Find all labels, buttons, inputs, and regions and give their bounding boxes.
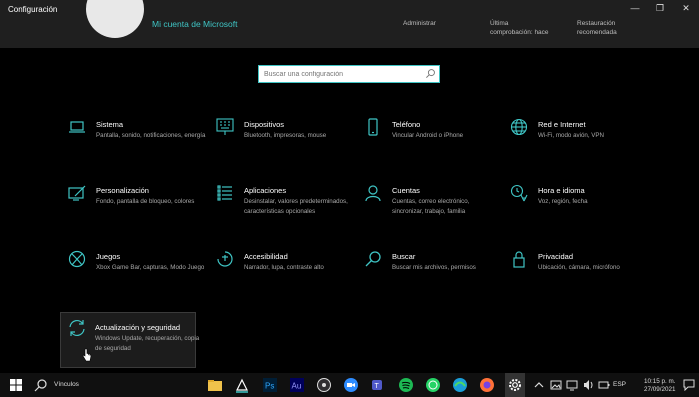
settings-header: Configuración — ❐ ✕ Mi cuenta de Microso…: [0, 0, 699, 48]
person-icon: [365, 185, 381, 202]
whatsapp-icon[interactable]: [425, 377, 441, 393]
tile-description: Voz, región, fecha: [538, 198, 588, 205]
file-explorer-icon[interactable]: [207, 377, 223, 393]
tile-title: Hora e idioma: [538, 186, 585, 195]
tile-red-internet[interactable]: Red e Internet Wi-Fi, modo avión, VPN: [504, 118, 640, 174]
tile-title: Cuentas: [392, 186, 420, 195]
svg-text:Ps: Ps: [265, 382, 274, 391]
app-arrow-icon[interactable]: [234, 377, 250, 393]
sync-icon: [69, 319, 85, 337]
tile-telefono[interactable]: Teléfono Vincular Android o iPhone: [358, 118, 494, 174]
taskbar: Vínculos Ps Au T ESP 10:15 p. m. 27/09/2…: [0, 373, 699, 397]
chevron-up-icon[interactable]: [533, 379, 545, 391]
firefox-icon[interactable]: [479, 377, 495, 393]
restore-line2: recomendada: [577, 29, 617, 36]
battery-icon[interactable]: [598, 379, 610, 391]
taskbar-search-label[interactable]: Vínculos: [54, 381, 79, 388]
accessibility-icon: [217, 251, 233, 267]
tile-description: Bluetooth, impresoras, mouse: [244, 132, 327, 139]
clock-date: 27/09/2021: [644, 386, 676, 393]
photoshop-icon[interactable]: Ps: [262, 377, 278, 393]
tile-description: Fondo, pantalla de bloqueo, colores: [96, 198, 195, 205]
clock-time: 10:15 p. m.: [644, 378, 676, 385]
tile-title: Red e Internet: [538, 120, 586, 129]
tile-description: Ubicación, cámara, micrófono: [538, 264, 620, 271]
language-indicator[interactable]: ESP: [613, 381, 626, 388]
restore-line1: Restauración: [577, 20, 616, 27]
close-button[interactable]: ✕: [679, 3, 693, 14]
tile-description: Wi-Fi, modo avión, VPN: [538, 132, 605, 139]
tile-description: Narrador, lupa, contraste alto: [244, 264, 324, 271]
manage-link[interactable]: Administrar: [403, 19, 436, 28]
microsoft-account-link[interactable]: Mi cuenta de Microsoft: [152, 19, 238, 29]
maximize-button[interactable]: ❐: [653, 3, 667, 14]
phone-icon: [368, 118, 378, 136]
tile-dispositivos[interactable]: Dispositivos Bluetooth, impresoras, mous…: [210, 118, 346, 174]
tile-title: Juegos: [96, 252, 121, 261]
tile-description: Xbox Game Bar, capturas, Modo Juego: [96, 264, 205, 271]
settings-gear-icon[interactable]: [507, 377, 523, 393]
tile-title: Personalización: [96, 186, 149, 195]
teams-icon[interactable]: T: [370, 377, 386, 393]
tile-cuentas[interactable]: Cuentas Cuentas, correo electrónico, sin…: [358, 184, 494, 240]
volume-icon[interactable]: [583, 379, 595, 391]
spotify-icon[interactable]: [398, 377, 414, 393]
paint-icon: [68, 185, 86, 201]
globe-icon: [510, 118, 528, 136]
keyboard-icon: [216, 118, 234, 135]
tile-privacidad[interactable]: Privacidad Ubicación, cámara, micrófono: [504, 250, 640, 306]
tile-description: Cuentas, correo electrónico, sincronizar…: [392, 198, 470, 215]
tile-description: Windows Update, recuperación, copia de s…: [95, 335, 200, 352]
xbox-icon: [68, 250, 86, 268]
tile-description: Buscar mis archivos, permisos: [392, 264, 476, 271]
laptop-icon: [69, 121, 85, 133]
tile-hora-idioma[interactable]: Hora e idioma Voz, región, fecha: [504, 184, 640, 240]
svg-text:T: T: [375, 383, 380, 390]
search-box[interactable]: [258, 65, 440, 83]
obs-icon[interactable]: [316, 377, 332, 393]
tile-juegos[interactable]: Juegos Xbox Game Bar, capturas, Modo Jue…: [62, 250, 204, 306]
tile-title: Accesibilidad: [244, 252, 288, 261]
tile-title: Buscar: [392, 252, 416, 261]
tile-description: Pantalla, sonido, notificaciones, energí…: [96, 132, 206, 139]
tile-title: Teléfono: [392, 120, 421, 129]
restore-link[interactable]: Restauración recomendada: [577, 19, 617, 37]
lock-icon: [513, 251, 525, 268]
last-check-line1: Última: [490, 20, 509, 27]
tile-sistema[interactable]: Sistema Pantalla, sonido, notificaciones…: [62, 118, 205, 174]
tile-buscar[interactable]: Buscar Buscar mis archivos, permisos: [358, 250, 494, 306]
tile-personalizacion[interactable]: Personalización Fondo, pantalla de bloqu…: [62, 184, 198, 240]
mouse-cursor-icon: [82, 348, 92, 362]
tile-title: Aplicaciones: [244, 186, 287, 195]
photos-tray-icon[interactable]: [550, 379, 562, 391]
last-check-link[interactable]: Última comprobación: hace: [490, 19, 549, 37]
tile-actualizacion-seguridad[interactable]: Actualización y seguridad Windows Update…: [60, 312, 199, 368]
search-icon: [365, 251, 381, 267]
search-icon[interactable]: [425, 68, 436, 79]
tile-description: Vincular Android o iPhone: [392, 132, 464, 139]
tile-description: Desinstalar, valores predeterminados, ca…: [244, 198, 348, 215]
tile-title: Dispositivos: [244, 120, 285, 129]
apps-list-icon: [217, 185, 232, 201]
last-check-line2: comprobación: hace: [490, 29, 549, 36]
zoom-icon[interactable]: [343, 377, 359, 393]
audition-icon[interactable]: Au: [289, 377, 305, 393]
edge-icon[interactable]: [452, 377, 468, 393]
windows-start-icon[interactable]: [8, 377, 24, 393]
avatar[interactable]: [86, 0, 144, 38]
tile-aplicaciones[interactable]: Aplicaciones Desinstalar, valores predet…: [210, 184, 348, 240]
search-input[interactable]: [264, 68, 414, 80]
window-title: Configuración: [8, 5, 58, 14]
tile-title: Privacidad: [538, 252, 574, 261]
svg-text:Au: Au: [292, 382, 302, 391]
tile-title: Actualización y seguridad: [95, 323, 181, 332]
taskbar-search-icon[interactable]: [33, 377, 49, 393]
clock[interactable]: 10:15 p. m. 27/09/2021: [644, 378, 676, 394]
notifications-icon[interactable]: [683, 379, 695, 391]
tile-title: Sistema: [96, 120, 124, 129]
tile-accesibilidad[interactable]: Accesibilidad Narrador, lupa, contraste …: [210, 250, 346, 306]
network-icon[interactable]: [566, 379, 578, 391]
minimize-button[interactable]: —: [628, 3, 642, 13]
time-language-icon: [510, 184, 528, 202]
